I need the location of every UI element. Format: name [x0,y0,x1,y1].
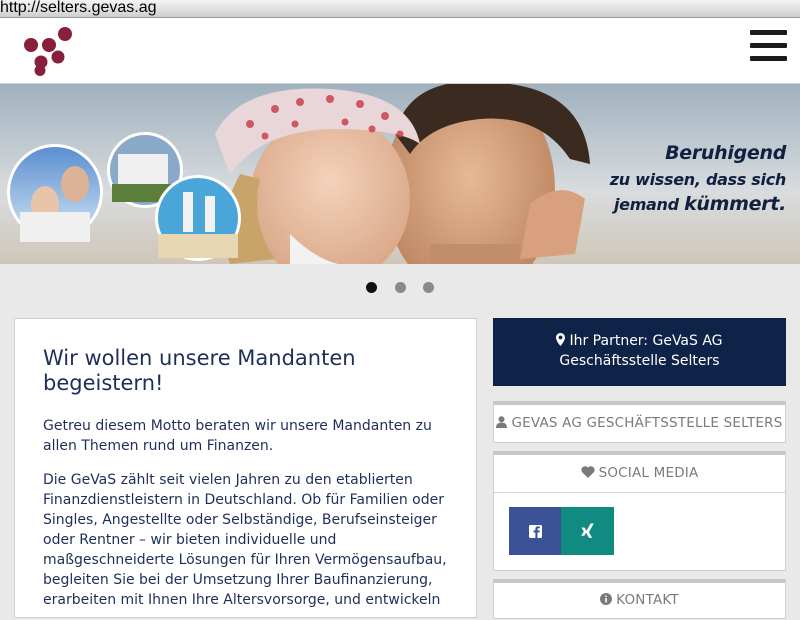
hero-slogan-line-3-prefix: jemand [613,195,685,214]
hero-slogan-line-1: Beruhigend [665,142,786,164]
browser-address-bar[interactable]: http://selters.gevas.ag [0,0,800,18]
hero-slogan-line-3-bold: kümmert. [684,193,786,215]
info-circle-icon [600,593,613,605]
facebook-button[interactable] [509,507,562,555]
heart-icon [580,466,595,478]
user-icon [496,416,508,428]
contact-heading: KONTAKT [616,592,679,608]
map-marker-icon [556,333,566,346]
hero-slogan-line-2: zu wissen, dass sich [609,170,787,189]
url-text[interactable]: http://selters.gevas.ag [0,0,157,17]
social-heading: SOCIAL MEDIA [598,465,699,481]
main-content-card: Wir wollen unsere Mandanten begeistern! … [14,318,477,618]
office-heading: GEVAS AG GESCHÄFTSSTELLE SELTERS [511,415,783,431]
grape-logo-icon[interactable] [19,24,75,76]
partner-text: Ihr Partner: GeVaS AG Geschäftsstelle Se… [559,333,723,369]
xing-icon [581,523,594,538]
carousel-indicators [0,278,800,293]
carousel-dot-1[interactable] [366,282,378,293]
partner-box[interactable]: Ihr Partner: GeVaS AG Geschäftsstelle Se… [493,318,786,386]
office-box[interactable]: GEVAS AG GESCHÄFTSSTELLE SELTERS [493,401,786,443]
contact-box[interactable]: KONTAKT [493,579,786,619]
hero-slogan-line-3: jemand kümmert. [610,192,786,217]
page-title: Wir wollen unsere Mandanten begeistern! [43,346,356,395]
social-media-box: SOCIAL MEDIA [493,451,786,571]
site-header [0,18,800,84]
carousel-dot-3[interactable] [422,282,434,293]
about-paragraph: Die GeVaS zählt seit vielen Jahren zu de… [43,472,447,608]
hero-slogan: Beruhigend zu wissen, dass sich jemand k… [609,140,787,217]
hamburger-menu-icon[interactable] [750,30,787,62]
social-buttons [494,492,785,555]
carousel-dot-2[interactable] [394,282,406,293]
hero-banner[interactable]: Beruhigend zu wissen, dass sich jemand k… [0,84,800,264]
xing-button[interactable] [561,507,614,555]
intro-paragraph: Getreu diesem Motto beraten wir unsere M… [43,418,432,454]
facebook-icon [529,525,542,538]
